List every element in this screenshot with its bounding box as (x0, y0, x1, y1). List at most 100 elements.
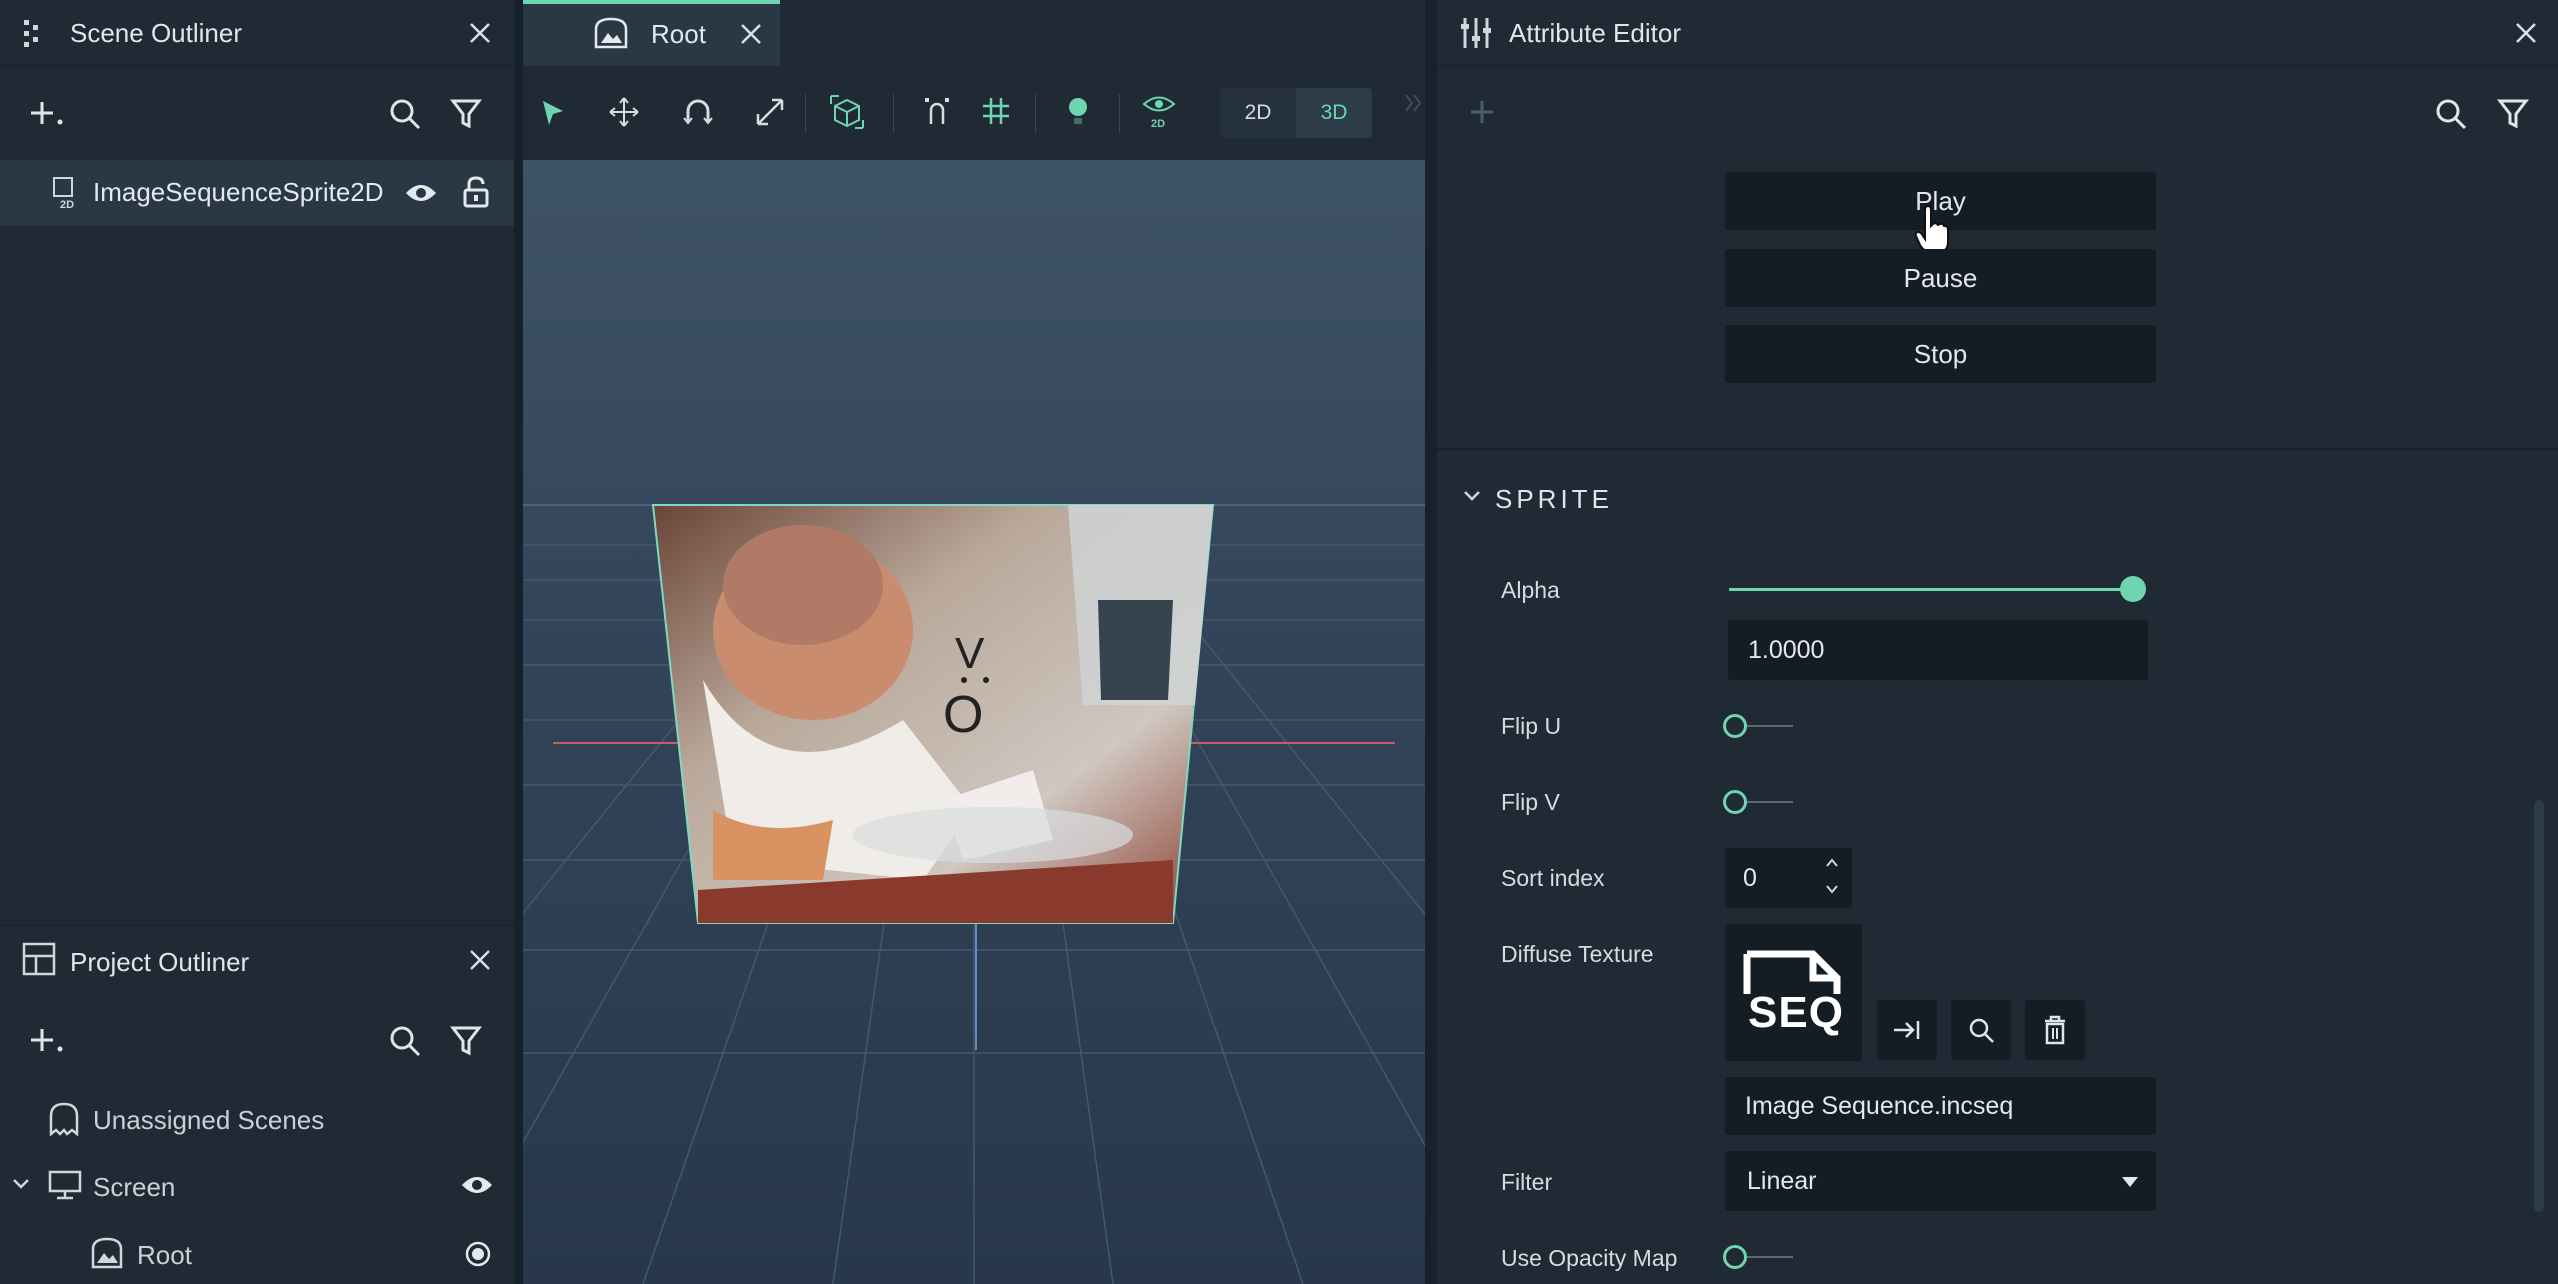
texture-thumbnail[interactable]: SEQ (1725, 924, 1862, 1061)
project-outliner-panel: Project Outliner Unassigned Scenes Scree… (0, 925, 514, 1284)
toolbar-separator (1035, 94, 1036, 132)
filter-label: Filter (1501, 1169, 1553, 1195)
viewport-toolbar: 2D 2D 3D (523, 66, 1425, 160)
filter-icon[interactable] (450, 1025, 482, 1057)
mode-2d-button[interactable]: 2D (1220, 88, 1296, 138)
alpha-value-field[interactable]: 1.0000 (1728, 620, 2148, 680)
scene-item-row[interactable]: 2D ImageSequenceSprite2D (0, 160, 514, 226)
close-icon[interactable] (2514, 21, 2538, 45)
stop-button[interactable]: Stop (1725, 325, 2156, 383)
close-icon[interactable] (468, 948, 492, 972)
monitor-icon (48, 1170, 82, 1200)
flip-v-knob (1723, 790, 1747, 814)
alpha-slider-knob[interactable] (2120, 576, 2146, 602)
sprite-section-header[interactable]: SPRITE (1437, 470, 2558, 526)
project-outliner-icon (22, 942, 56, 976)
flip-v-toggle[interactable] (1723, 788, 1803, 816)
close-icon[interactable] (468, 21, 492, 45)
attribute-editor-panel: Attribute Editor Play Pause Stop SPRITE … (1437, 0, 2558, 1284)
sort-index-value: 0 (1743, 864, 1757, 892)
scene-outliner-panel: Scene Outliner 2D ImageSequenceSprite2D (0, 0, 514, 920)
sort-index-label: Sort index (1501, 865, 1605, 891)
tab-root[interactable]: Root (523, 0, 780, 66)
add-icon[interactable] (30, 98, 66, 128)
mode-3d-label: 3D (1320, 101, 1348, 124)
thumbnail-text: SEQ (1748, 988, 1844, 1037)
panel-divider[interactable] (1425, 0, 1437, 1284)
unassigned-scenes-row[interactable]: Unassigned Scenes (0, 1093, 514, 1143)
browse-texture-button[interactable] (1951, 1000, 2011, 1060)
scene-icon (90, 1236, 124, 1270)
viewport-canvas[interactable]: V O (523, 160, 1425, 1284)
unassigned-scenes-label: Unassigned Scenes (93, 1105, 325, 1135)
use-opacity-map-toggle[interactable] (1723, 1243, 1803, 1271)
root-label: Root (137, 1240, 192, 1270)
move-tool-icon[interactable] (608, 96, 640, 128)
scene-outliner-header: Scene Outliner (0, 0, 514, 66)
project-outliner-title: Project Outliner (70, 947, 250, 977)
toolbar-separator (1119, 94, 1120, 132)
attribute-editor-title: Attribute Editor (1509, 18, 1681, 48)
panel-divider[interactable] (514, 0, 523, 1284)
snap-icon[interactable] (921, 96, 953, 128)
sprite-section-title: SPRITE (1495, 484, 1613, 514)
filter-icon[interactable] (450, 98, 482, 130)
tab-root-label: Root (651, 19, 706, 49)
diffuse-texture-label: Diffuse Texture (1501, 941, 1654, 967)
sort-index-field[interactable]: 0 (1725, 848, 1852, 908)
mode-2d-label: 2D (1244, 101, 1272, 124)
mode-3d-button[interactable]: 3D (1296, 88, 1372, 138)
ghost-icon (48, 1102, 80, 1136)
view-2d-visibility-icon[interactable]: 2D (1142, 94, 1176, 130)
opacity-map-knob (1723, 1245, 1747, 1269)
search-icon[interactable] (388, 1024, 422, 1058)
alpha-value-text: 1.0000 (1748, 636, 1825, 664)
scrollbar-thumb[interactable] (2534, 800, 2544, 1212)
scene-icon (593, 16, 629, 50)
outliner-icon (22, 18, 44, 50)
grid-icon[interactable] (981, 96, 1011, 126)
stepper-down-icon[interactable] (1825, 884, 1839, 894)
root-row[interactable]: Root (0, 1228, 514, 1278)
active-scene-icon[interactable] (464, 1240, 492, 1268)
rotate-tool-icon[interactable] (683, 97, 713, 127)
scale-tool-icon[interactable] (754, 96, 786, 128)
screen-row[interactable]: Screen (0, 1160, 514, 1210)
filter-selected-value: Linear (1747, 1167, 1817, 1195)
add-icon[interactable] (30, 1025, 66, 1055)
project-outliner-header: Project Outliner (0, 925, 514, 991)
add-icon[interactable] (1469, 99, 1495, 125)
lock-icon[interactable] (463, 176, 489, 208)
filter-icon[interactable] (2497, 98, 2529, 130)
select-tool-icon[interactable] (539, 98, 567, 128)
object-mode-icon[interactable] (829, 94, 865, 130)
close-icon[interactable] (739, 22, 763, 46)
search-icon[interactable] (388, 97, 422, 131)
pause-button[interactable]: Pause (1725, 249, 2156, 307)
sprite-overlay-text: V (955, 629, 985, 678)
light-icon[interactable] (1064, 95, 1092, 127)
flip-u-knob (1723, 714, 1747, 738)
flip-v-label: Flip V (1501, 789, 1560, 815)
chevron-right-icon[interactable] (1403, 92, 1423, 114)
search-icon[interactable] (2434, 97, 2468, 131)
stepper-up-icon[interactable] (1825, 858, 1839, 868)
section-divider (1437, 448, 2558, 450)
delete-texture-button[interactable] (2025, 1000, 2085, 1060)
chevron-down-icon[interactable] (1463, 490, 1481, 502)
flip-u-toggle[interactable] (1723, 712, 1803, 740)
scene-outliner-title: Scene Outliner (70, 18, 242, 48)
eye-icon[interactable] (460, 1173, 494, 1197)
sprite-overlay-text: O (943, 686, 983, 744)
svg-text:2D: 2D (60, 199, 74, 210)
assign-texture-button[interactable] (1877, 1000, 1937, 1060)
screen-label: Screen (93, 1172, 176, 1202)
dropdown-arrow-icon (2121, 1176, 2139, 1188)
texture-file-name: Image Sequence.incseq (1745, 1092, 2014, 1120)
chevron-down-icon[interactable] (12, 1178, 30, 1190)
filter-dropdown[interactable]: Linear (1725, 1151, 2156, 1211)
assign-icon (1892, 1019, 1922, 1041)
texture-file-field[interactable]: Image Sequence.incseq (1725, 1077, 2156, 1135)
eye-icon[interactable] (404, 181, 438, 205)
alpha-slider-track[interactable] (1729, 588, 2133, 591)
